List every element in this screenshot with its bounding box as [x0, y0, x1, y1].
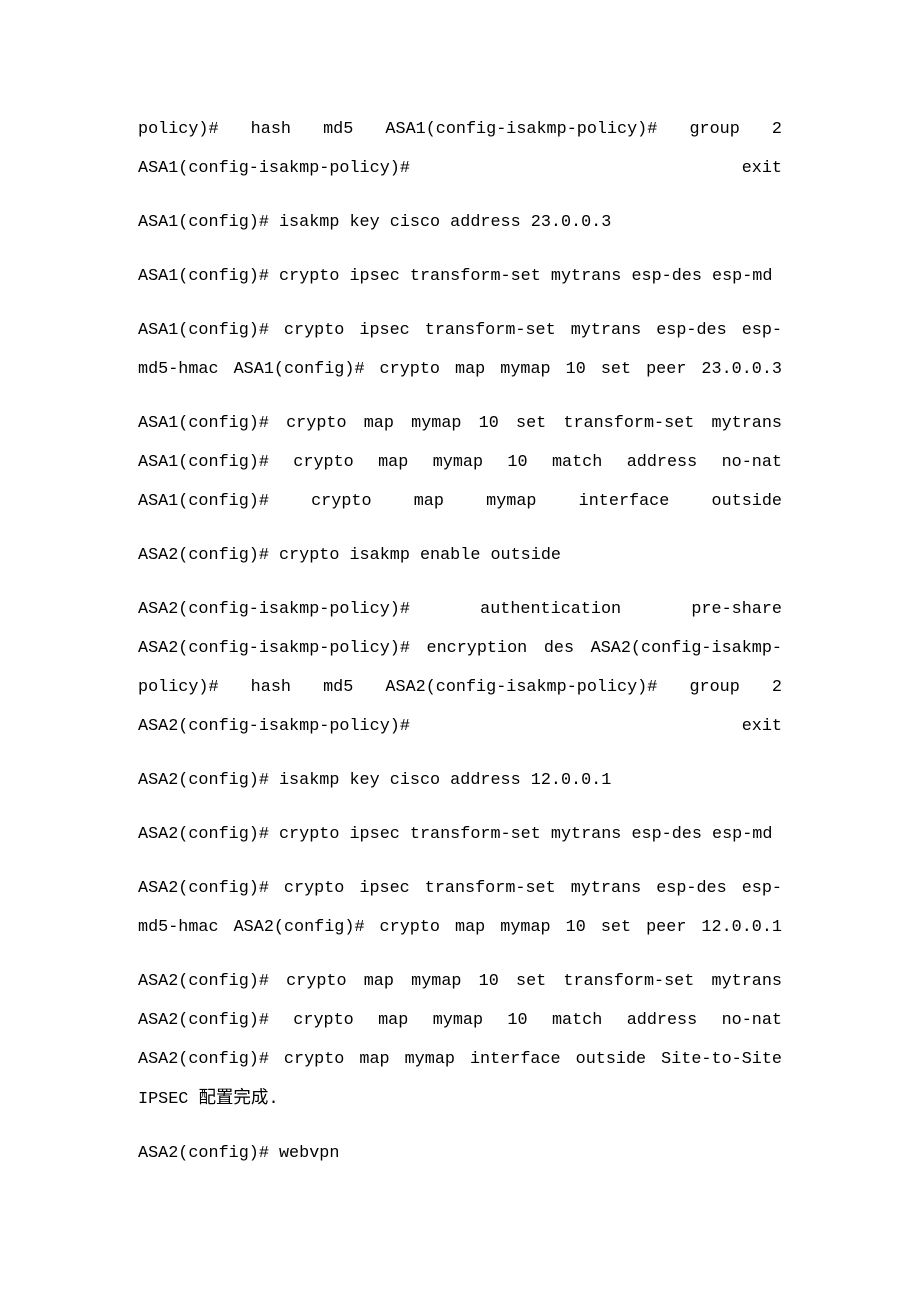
document-body: policy)# hash md5 ASA1(config-isakmp-pol…: [138, 110, 782, 1173]
paragraph-asa2-isakmp-enable: ASA2(config)# crypto isakmp enable outsi…: [138, 546, 561, 565]
paragraph-asa2-crypto-map-and-note: ASA2(config)# crypto map mymap 10 set tr…: [138, 962, 782, 1119]
paragraph-asa2-transform-set-1: ASA2(config)# crypto ipsec transform-set…: [138, 825, 773, 844]
paragraph-asa2-isakmp-policy: ASA2(config-isakmp-policy)# authenticati…: [138, 600, 782, 736]
document-page: policy)# hash md5 ASA1(config-isakmp-pol…: [0, 0, 920, 1302]
paragraph-asa1-transform-set-1: ASA1(config)# crypto ipsec transform-set…: [138, 267, 773, 286]
paragraph-asa2-transform-set-2: ASA2(config)# crypto ipsec transform-set…: [138, 879, 782, 937]
paragraph-asa1-transform-set-2: ASA1(config)# crypto ipsec transform-set…: [138, 321, 782, 379]
paragraph-asa2-isakmp-key: ASA2(config)# isakmp key cisco address 1…: [138, 771, 612, 790]
completion-note-cjk: 配置完成: [198, 1088, 269, 1108]
paragraph-asa1-crypto-map: ASA1(config)# crypto map mymap 10 set tr…: [138, 414, 782, 511]
paragraph-asa1-isakmp-key: ASA1(config)# isakmp key cisco address 2…: [138, 213, 612, 232]
paragraph-asa2-webvpn: ASA2(config)# webvpn: [138, 1144, 340, 1163]
completion-note-period: .: [268, 1090, 279, 1109]
paragraph-isakmp-policy-asa1-tail: policy)# hash md5 ASA1(config-isakmp-pol…: [138, 120, 782, 178]
